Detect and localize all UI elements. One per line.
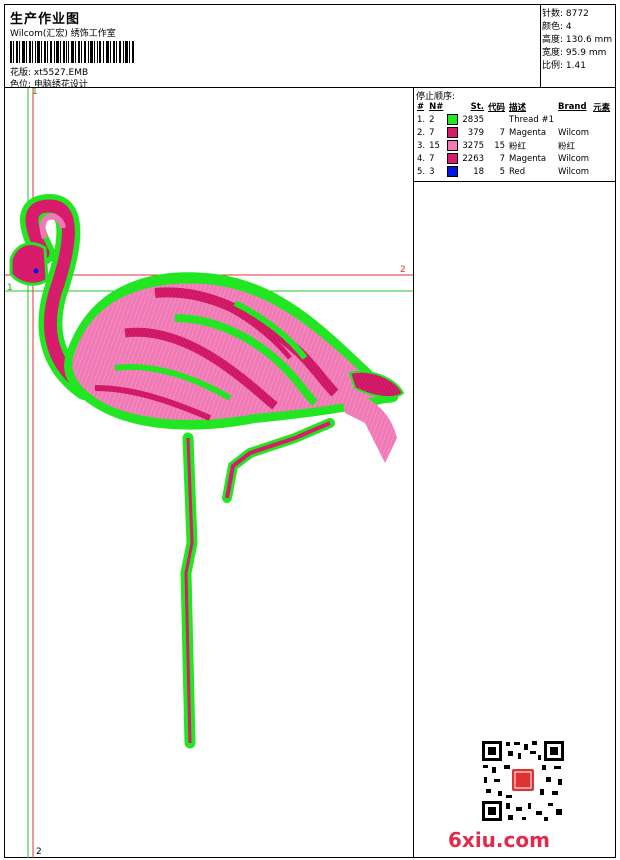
eye-dot (33, 268, 39, 274)
qr-code (480, 739, 566, 823)
color-swatch (447, 153, 459, 164)
table-row: 4. 7 2263 7 Magenta Wilcom (417, 153, 590, 164)
color-swatch (447, 140, 459, 151)
table-row: 1. 2 2835 Thread #1 (417, 114, 554, 125)
guide-label-right: 2 (400, 265, 406, 275)
thread-table: # N# St. 代码 描述 Brand 元素 1. 2 2835 Thread… (415, 100, 612, 178)
stat-colors: 颜色: 4 (542, 22, 572, 32)
barcode-image (10, 41, 134, 63)
guide-label-bottom: 2 (36, 847, 42, 857)
guide-label-left: 1 (7, 283, 13, 293)
header-info: 生产作业图 Wilcom(汇宏) 绣饰工作室 花版: xt5527.EMB 色位… (4, 4, 541, 90)
stat-width: 宽度: 95.9 mm (542, 48, 607, 58)
page-title: 生产作业图 (10, 12, 81, 27)
table-row: 2. 7 379 7 Magenta Wilcom (417, 127, 590, 138)
stat-height: 高度: 130.6 mm (542, 35, 613, 45)
stat-scale: 比例: 1.41 (542, 61, 586, 71)
flamingo-embroidery (5, 88, 413, 858)
color-swatch (447, 127, 459, 138)
table-row: 5. 3 18 5 Red Wilcom (417, 166, 590, 177)
color-swatch (447, 114, 459, 125)
watermark-logo: 6xiu.com (448, 828, 550, 852)
table-row: 3. 15 3275 15 粉红 粉红 (417, 140, 575, 152)
stat-stitches: 针数: 8772 (542, 9, 589, 19)
guide-label-top: 1 (32, 88, 38, 97)
stop-sequence: 停止顺序: # N# St. 代码 描述 Brand 元素 1. 2 2835 … (414, 88, 616, 182)
studio-name: Wilcom(汇宏) 绣饰工作室 (10, 29, 116, 39)
design-canvas: 1 2 1 2 (5, 88, 413, 858)
stats-panel: 针数: 8772 颜色: 4 高度: 130.6 mm 宽度: 95.9 mm … (540, 4, 616, 88)
color-swatch (447, 166, 459, 177)
thread-table-header: # N# St. 代码 描述 Brand 元素 (417, 101, 611, 113)
